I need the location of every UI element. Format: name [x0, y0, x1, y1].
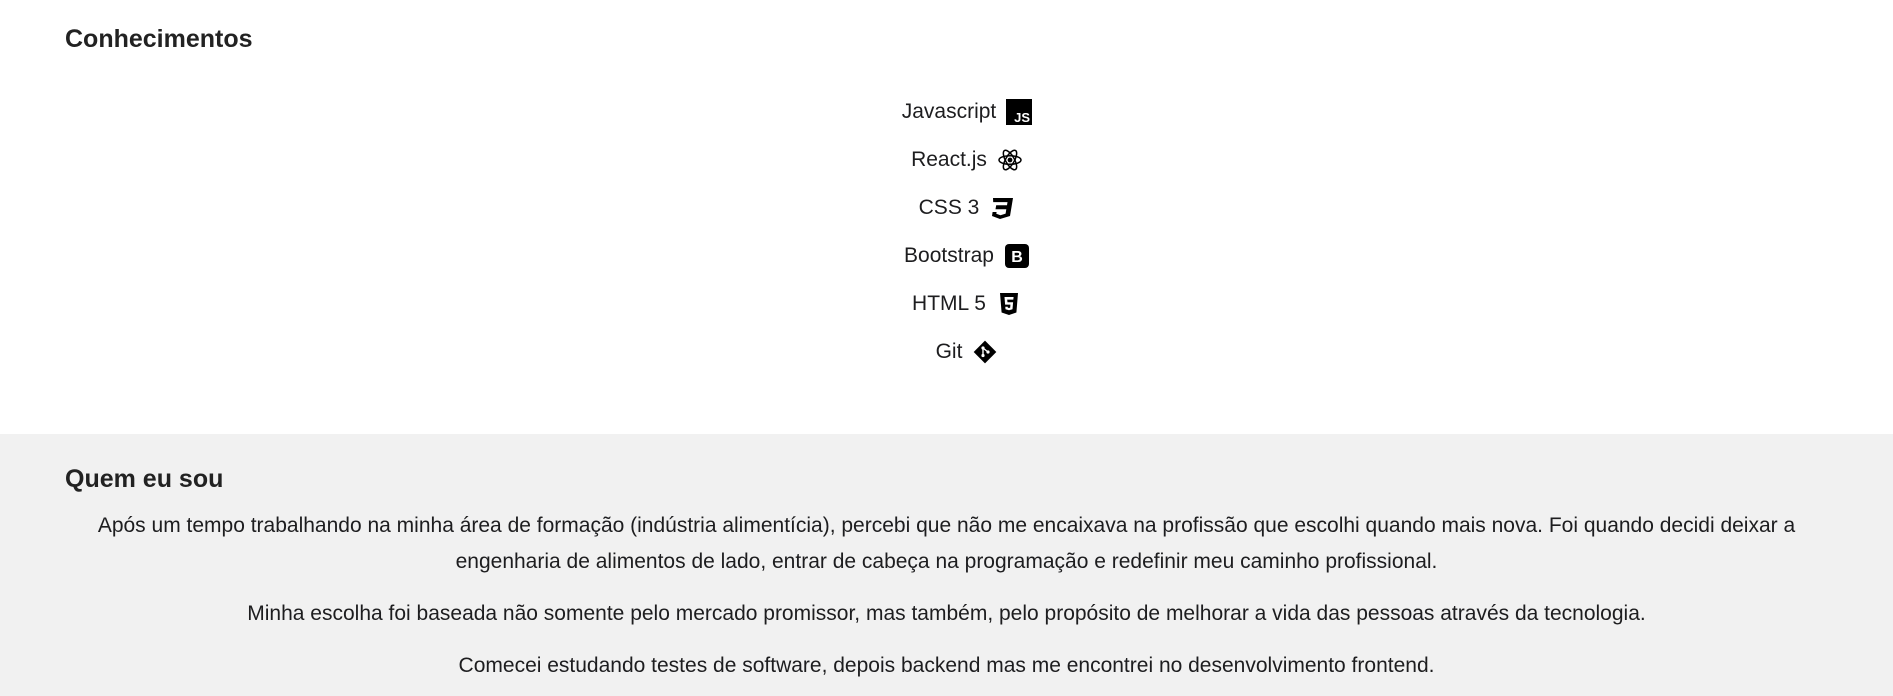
skill-label: Javascript [901, 100, 997, 123]
skill-item-javascript: Javascript JS [0, 88, 1893, 136]
skill-label: React.js [911, 148, 987, 171]
skills-section: Conhecimentos Javascript JS React.js CSS… [0, 0, 1893, 434]
skill-label: Git [935, 340, 963, 363]
skill-item-css3: CSS 3 [0, 184, 1893, 232]
about-paragraph: Comecei estudando testes de software, de… [458, 654, 1435, 677]
skill-label: Bootstrap [904, 244, 994, 267]
skill-label: HTML 5 [912, 292, 986, 315]
react-icon [997, 147, 1023, 173]
javascript-icon: JS [1006, 99, 1033, 125]
about-paragraph: Após um tempo trabalhando na minha área … [97, 514, 1796, 573]
skill-item-react: React.js [0, 136, 1893, 184]
skill-label: CSS 3 [918, 196, 980, 219]
html5-icon [996, 291, 1022, 317]
skill-item-bootstrap: Bootstrap B [0, 232, 1893, 280]
skills-title: Conhecimentos [65, 25, 253, 53]
skill-item-html5: HTML 5 [0, 280, 1893, 328]
about-title: Quem eu sou [65, 465, 224, 493]
about-paragraph: Minha escolha foi baseada não somente pe… [247, 602, 1646, 625]
skill-item-git: Git [0, 328, 1893, 376]
svg-text:JS: JS [1014, 110, 1030, 125]
about-section: Quem eu sou Após um tempo trabalhando na… [0, 434, 1893, 696]
git-icon [972, 339, 998, 365]
skills-list: Javascript JS React.js CSS 3 Bootstrap B… [0, 88, 1893, 376]
svg-text:B: B [1011, 249, 1023, 266]
bootstrap-icon: B [1004, 243, 1030, 269]
css3-icon [989, 195, 1015, 221]
